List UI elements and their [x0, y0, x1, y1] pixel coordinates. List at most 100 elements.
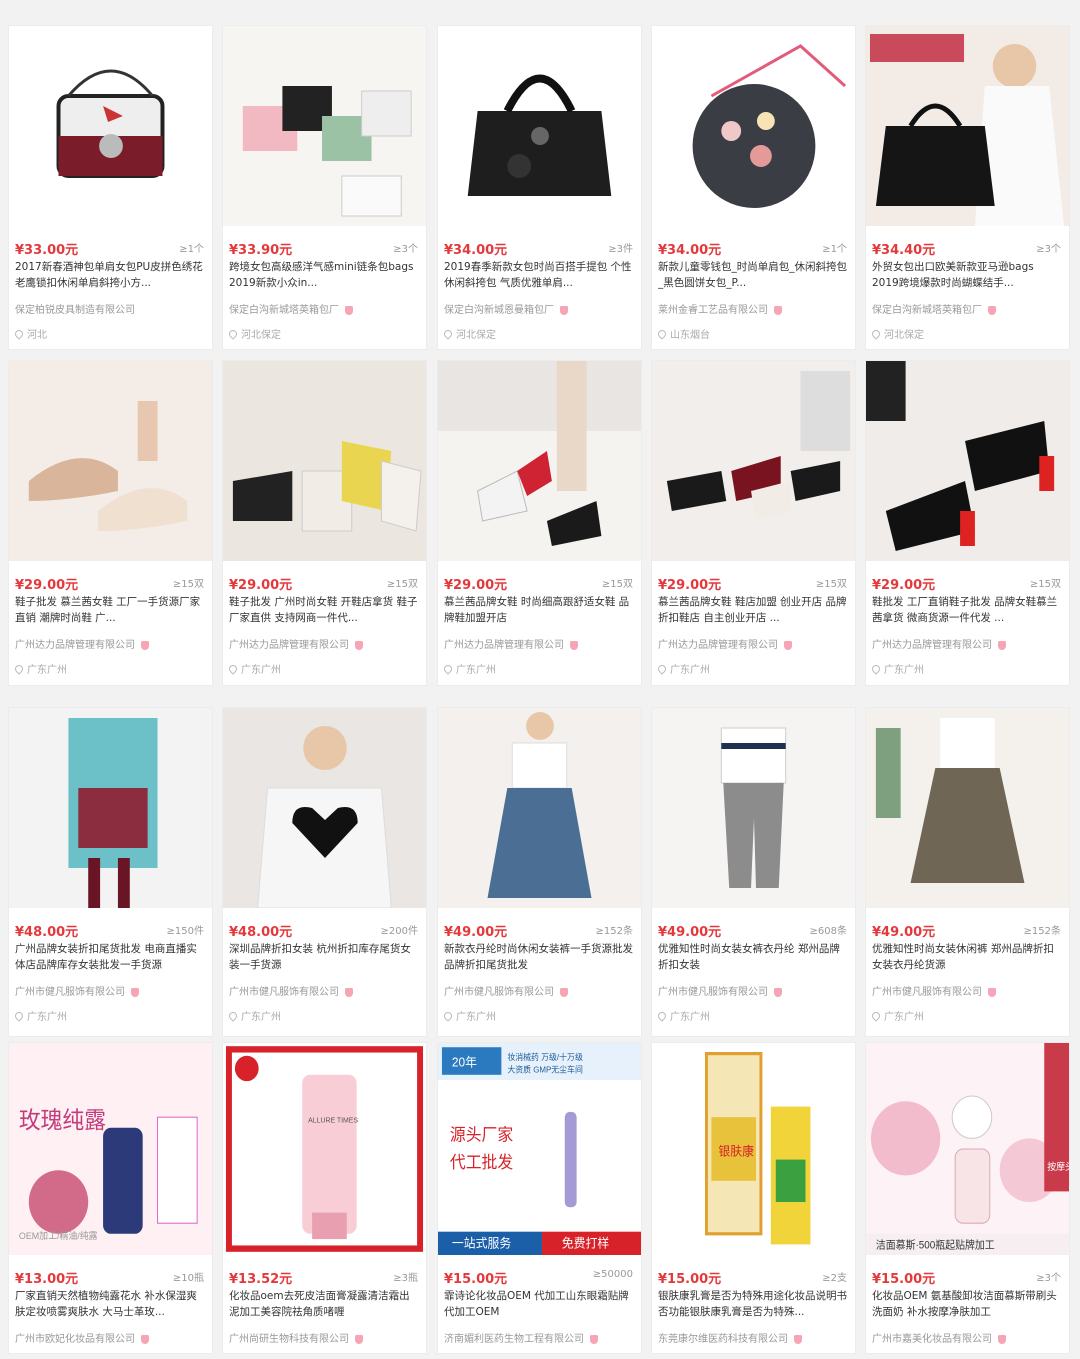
supplier-row[interactable]: 广州市嘉美化妆品有限公司: [872, 1330, 1063, 1345]
product-image[interactable]: 银肤康: [652, 1043, 855, 1255]
product-card[interactable]: ¥49.00元 ≥152条 优雅知性时尚女装休闲裤 郑州品牌折扣女装衣丹纶货源 …: [865, 707, 1070, 1037]
product-title[interactable]: 银肤康乳膏是否为特殊用途化妆品说明书 否功能银肤康乳膏是否为特殊...: [658, 1288, 849, 1320]
product-card[interactable]: ¥48.00元 ≥150件 广州品牌女装折扣尾货批发 电商直播实体店品牌库存女装…: [8, 707, 213, 1037]
product-title[interactable]: 2019春季新款女包时尚百搭手提包 个性休闲斜挎包 气质优雅单肩...: [444, 259, 635, 291]
supplier-row[interactable]: 广州市欧妃化妆品有限公司: [15, 1330, 206, 1345]
product-title[interactable]: 鞋批发 工厂直销鞋子批发 品牌女鞋慕兰茜拿货 微商货源一件代发 ...: [872, 594, 1063, 626]
product-title[interactable]: 鞋子批发 广州时尚女鞋 开鞋店拿货 鞋子厂家直供 支持网商一件代...: [229, 594, 420, 626]
product-card[interactable]: ¥29.00元 ≥15双 鞋子批发 广州时尚女鞋 开鞋店拿货 鞋子厂家直供 支持…: [222, 360, 427, 686]
supplier-name[interactable]: 广州达力品牌管理有限公司: [444, 640, 564, 651]
product-image[interactable]: [866, 26, 1069, 226]
supplier-name[interactable]: 广州市健凡服饰有限公司: [15, 987, 125, 998]
supplier-row[interactable]: 保定柏锐皮具制造有限公司: [15, 301, 206, 316]
supplier-row[interactable]: 广州市健凡服饰有限公司: [658, 983, 849, 998]
supplier-row[interactable]: 广州达力品牌管理有限公司: [444, 636, 635, 651]
supplier-name[interactable]: 广州市健凡服饰有限公司: [229, 987, 339, 998]
product-card[interactable]: ¥33.00元 ≥1个 2017新春酒神包单肩女包PU皮拼色绣花老鹰锁扣休闲单肩…: [8, 25, 213, 350]
product-title[interactable]: 新款儿童零钱包_时尚单肩包_休闲斜挎包_黑色圆饼女包_P...: [658, 259, 849, 291]
product-image[interactable]: [223, 361, 426, 561]
product-card[interactable]: 银肤康 ¥15.00元 ≥2支 银肤康乳膏是否为特殊用途化妆品说明书 否功能银肤…: [651, 1042, 856, 1354]
product-card[interactable]: ¥49.00元 ≥152条 新款衣丹纶时尚休闲女装裤一手货源批发 品牌折扣尾货批…: [437, 707, 642, 1037]
supplier-row[interactable]: 保定白沟新城塔英箱包厂: [229, 301, 420, 316]
supplier-name[interactable]: 广州达力品牌管理有限公司: [229, 640, 349, 651]
product-image[interactable]: [9, 361, 212, 561]
supplier-name[interactable]: 保定柏锐皮具制造有限公司: [15, 305, 135, 316]
supplier-row[interactable]: 莱州金睿工艺品有限公司: [658, 301, 849, 316]
product-card[interactable]: ALLURE TIMES ¥13.52元 ≥3瓶 化妆品oem去死皮洁面膏凝露清…: [222, 1042, 427, 1354]
product-title[interactable]: 慕兰茜品牌女鞋 时尚细高跟舒适女鞋 品牌鞋加盟开店: [444, 594, 635, 626]
supplier-name[interactable]: 广州市健凡服饰有限公司: [872, 987, 982, 998]
product-image[interactable]: [9, 26, 212, 226]
supplier-name[interactable]: 广州市欧妃化妆品有限公司: [15, 1334, 135, 1345]
product-card[interactable]: ¥29.00元 ≥15双 慕兰茜品牌女鞋 鞋店加盟 创业开店 品牌折扣鞋店 自主…: [651, 360, 856, 686]
product-title[interactable]: 化妆品oem去死皮洁面膏凝露清洁霜出泥加工美容院祛角质啫喱: [229, 1288, 420, 1320]
product-card[interactable]: ¥34.40元 ≥3个 外贸女包出口欧美新款亚马逊bags 2019跨境爆款时尚…: [865, 25, 1070, 350]
supplier-name[interactable]: 广州市健凡服饰有限公司: [444, 987, 554, 998]
supplier-row[interactable]: 广州尚研生物科技有限公司: [229, 1330, 420, 1345]
product-image[interactable]: 20年 妆消械药 万级/十万级 大资质 GMP无尘车间 源头厂家 代工批发 一站式服务 免…: [438, 1043, 641, 1255]
supplier-name[interactable]: 广州市嘉美化妆品有限公司: [872, 1334, 992, 1345]
product-image[interactable]: [652, 708, 855, 908]
product-card[interactable]: ¥33.90元 ≥3个 跨境女包高级感洋气感mini链条包bags 2019新款…: [222, 25, 427, 350]
supplier-name[interactable]: 广州达力品牌管理有限公司: [15, 640, 135, 651]
product-image[interactable]: [223, 26, 426, 226]
product-image[interactable]: [652, 26, 855, 226]
product-card[interactable]: ¥34.00元 ≥3件 2019春季新款女包时尚百搭手提包 个性休闲斜挎包 气质…: [437, 25, 642, 350]
product-image[interactable]: [438, 361, 641, 561]
product-card[interactable]: ¥29.00元 ≥15双 鞋子批发 慕兰茜女鞋 工厂一手货源厂家直销 潮牌时尚鞋…: [8, 360, 213, 686]
product-card[interactable]: ¥34.00元 ≥1个 新款儿童零钱包_时尚单肩包_休闲斜挎包_黑色圆饼女包_P…: [651, 25, 856, 350]
product-image[interactable]: [866, 708, 1069, 908]
supplier-name[interactable]: 东莞康尔维医药科技有限公司: [658, 1334, 788, 1345]
supplier-name[interactable]: 济南媚利医药生物工程有限公司: [444, 1334, 584, 1345]
supplier-name[interactable]: 莱州金睿工艺品有限公司: [658, 305, 768, 316]
supplier-name[interactable]: 保定白沟新城塔英箱包厂: [229, 305, 339, 316]
product-card[interactable]: 玫瑰纯露 OEM加工/精油/纯露 ¥13.00元 ≥10瓶 厂家直销天然植物纯露花…: [8, 1042, 213, 1354]
supplier-name[interactable]: 广州尚研生物科技有限公司: [229, 1334, 349, 1345]
product-title[interactable]: 化妆品OEM 氨基酸卸妆洁面慕斯带刷头洗面奶 补水按摩净肤加工: [872, 1288, 1063, 1320]
supplier-row[interactable]: 广州达力品牌管理有限公司: [658, 636, 849, 651]
product-title[interactable]: 跨境女包高级感洋气感mini链条包bags 2019新款小众in...: [229, 259, 420, 291]
supplier-row[interactable]: 济南媚利医药生物工程有限公司: [444, 1330, 635, 1345]
supplier-row[interactable]: 广州达力品牌管理有限公司: [15, 636, 206, 651]
supplier-row[interactable]: 广州市健凡服饰有限公司: [229, 983, 420, 998]
product-title[interactable]: 外贸女包出口欧美新款亚马逊bags 2019跨境爆款时尚蝴蝶结手...: [872, 259, 1063, 291]
supplier-row[interactable]: 广州市健凡服饰有限公司: [872, 983, 1063, 998]
product-card[interactable]: ¥49.00元 ≥608条 优雅知性时尚女装女裤衣丹纶 郑州品牌折扣女装 广州市…: [651, 707, 856, 1037]
supplier-row[interactable]: 广州达力品牌管理有限公司: [872, 636, 1063, 651]
product-image[interactable]: [223, 708, 426, 908]
product-title[interactable]: 霏诗论化妆品OEM 代加工山东眼霜贴牌代加工OEM: [444, 1288, 635, 1320]
product-title[interactable]: 厂家直销天然植物纯露花水 补水保湿爽肤定妆喷雾爽肤水 大马士革玫...: [15, 1288, 206, 1320]
supplier-name[interactable]: 广州达力品牌管理有限公司: [872, 640, 992, 651]
supplier-name[interactable]: 广州达力品牌管理有限公司: [658, 640, 778, 651]
product-image[interactable]: [438, 26, 641, 226]
product-card[interactable]: 按摩头洁面慕斯·500瓶起贴牌加工 ¥15.00元 ≥3个 化妆品OEM 氨基酸…: [865, 1042, 1070, 1354]
product-title[interactable]: 优雅知性时尚女装女裤衣丹纶 郑州品牌折扣女装: [658, 941, 849, 973]
product-card[interactable]: ¥29.00元 ≥15双 鞋批发 工厂直销鞋子批发 品牌女鞋慕兰茜拿货 微商货源…: [865, 360, 1070, 686]
product-title[interactable]: 深圳品牌折扣女装 杭州折扣库存尾货女装一手货源: [229, 941, 420, 973]
product-image[interactable]: [9, 708, 212, 908]
supplier-row[interactable]: 广州市健凡服饰有限公司: [15, 983, 206, 998]
product-image[interactable]: 玫瑰纯露 OEM加工/精油/纯露: [9, 1043, 212, 1255]
supplier-row[interactable]: 保定白沟新城塔英箱包厂: [872, 301, 1063, 316]
product-card[interactable]: ¥48.00元 ≥200件 深圳品牌折扣女装 杭州折扣库存尾货女装一手货源 广州…: [222, 707, 427, 1037]
product-title[interactable]: 鞋子批发 慕兰茜女鞋 工厂一手货源厂家直销 潮牌时尚鞋 广...: [15, 594, 206, 626]
supplier-row[interactable]: 东莞康尔维医药科技有限公司: [658, 1330, 849, 1345]
supplier-name[interactable]: 保定白沟新城塔英箱包厂: [872, 305, 982, 316]
product-card[interactable]: 20年 妆消械药 万级/十万级 大资质 GMP无尘车间 源头厂家 代工批发 一站式服务 免…: [437, 1042, 642, 1354]
supplier-row[interactable]: 广州达力品牌管理有限公司: [229, 636, 420, 651]
product-title[interactable]: 新款衣丹纶时尚休闲女装裤一手货源批发 品牌折扣尾货批发: [444, 941, 635, 973]
supplier-row[interactable]: 广州市健凡服饰有限公司: [444, 983, 635, 998]
product-image[interactable]: ALLURE TIMES: [223, 1043, 426, 1255]
product-image[interactable]: [438, 708, 641, 908]
product-image[interactable]: [866, 361, 1069, 561]
product-title[interactable]: 广州品牌女装折扣尾货批发 电商直播实体店品牌库存女装批发一手货源: [15, 941, 206, 973]
product-title[interactable]: 慕兰茜品牌女鞋 鞋店加盟 创业开店 品牌折扣鞋店 自主创业开店 ...: [658, 594, 849, 626]
supplier-name[interactable]: 广州市健凡服饰有限公司: [658, 987, 768, 998]
product-title[interactable]: 2017新春酒神包单肩女包PU皮拼色绣花老鹰锁扣休闲单肩斜挎小方...: [15, 259, 206, 291]
product-title[interactable]: 优雅知性时尚女装休闲裤 郑州品牌折扣女装衣丹纶货源: [872, 941, 1063, 973]
product-card[interactable]: ¥29.00元 ≥15双 慕兰茜品牌女鞋 时尚细高跟舒适女鞋 品牌鞋加盟开店 广…: [437, 360, 642, 686]
supplier-name[interactable]: 保定白沟新城恩曼箱包厂: [444, 305, 554, 316]
supplier-row[interactable]: 保定白沟新城恩曼箱包厂: [444, 301, 635, 316]
product-image[interactable]: 按摩头洁面慕斯·500瓶起贴牌加工: [866, 1043, 1069, 1255]
product-image[interactable]: [652, 361, 855, 561]
